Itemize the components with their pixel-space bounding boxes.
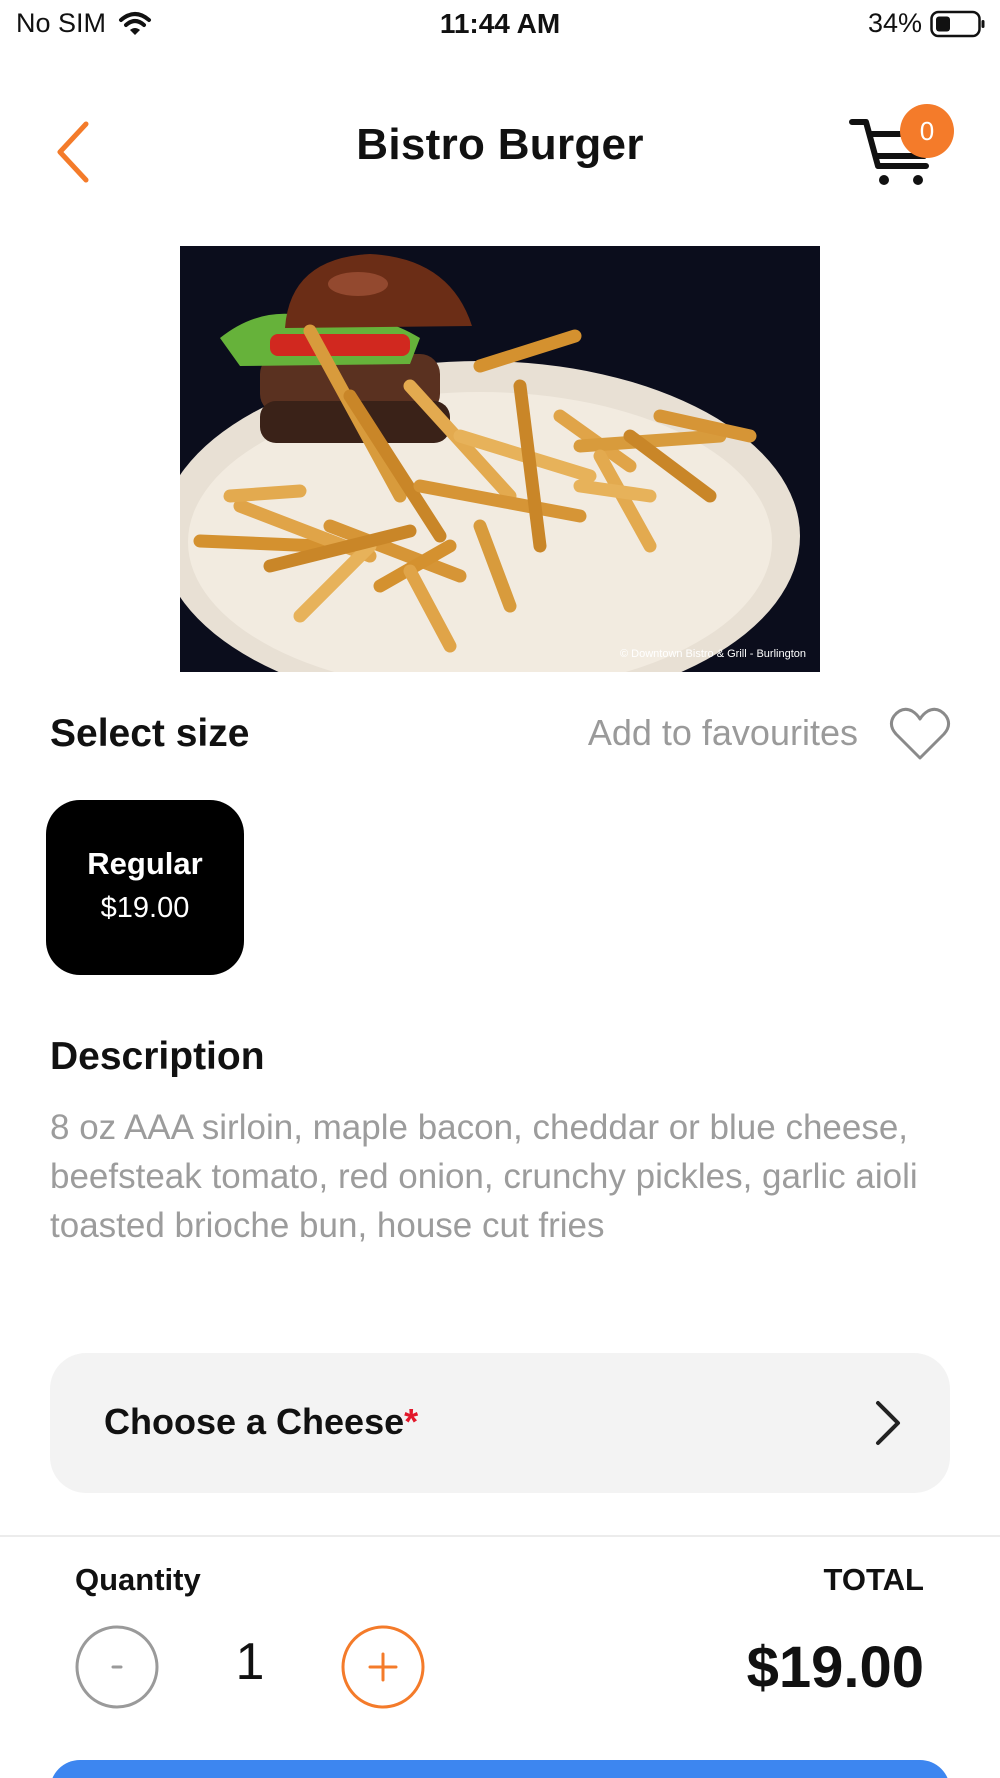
chevron-right-icon — [876, 1401, 900, 1445]
product-image: © Downtown Bistro & Grill - Burlington — [180, 246, 820, 672]
burger-fries-photo — [180, 246, 820, 672]
total-price: $19.00 — [746, 1635, 924, 1700]
decrease-quantity-button[interactable] — [74, 1624, 160, 1710]
choose-cheese-label: Choose a Cheese* — [104, 1401, 418, 1443]
cart-count-badge[interactable]: 0 — [900, 104, 954, 158]
battery-status: 34% — [868, 8, 986, 39]
total-label: TOTAL — [823, 1562, 924, 1597]
size-option-name: Regular — [87, 846, 203, 881]
divider — [0, 1535, 1000, 1537]
choose-cheese-text: Choose a Cheese — [104, 1401, 405, 1442]
required-asterisk: * — [404, 1401, 419, 1442]
increase-quantity-button[interactable] — [340, 1624, 426, 1710]
clock: 11:44 AM — [439, 8, 561, 39]
description-text: 8 oz AAA sirloin, maple bacon, cheddar o… — [50, 1108, 918, 1245]
status-bar: No SIM 11:44 AM 34% — [0, 0, 1000, 52]
heart-icon[interactable] — [888, 704, 952, 764]
quantity-label: Quantity — [75, 1562, 201, 1597]
quantity-value: 1 — [235, 1633, 265, 1691]
size-option-regular[interactable]: Regular $19.00 — [46, 800, 244, 975]
add-to-cart-button[interactable] — [50, 1760, 950, 1778]
select-size-heading: Select size — [50, 712, 250, 755]
battery-percent: 34% — [867, 8, 922, 38]
nav-header: Bistro Burger 0 — [0, 92, 1000, 204]
choose-cheese-option[interactable]: Choose a Cheese* — [50, 1353, 950, 1493]
size-option-price: $19.00 — [100, 892, 190, 924]
description-heading: Description — [50, 1035, 265, 1078]
battery-icon — [930, 10, 985, 37]
photo-credit: © Downtown Bistro & Grill - Burlington — [619, 648, 806, 660]
add-to-favourites-label[interactable]: Add to favourites — [588, 712, 858, 754]
